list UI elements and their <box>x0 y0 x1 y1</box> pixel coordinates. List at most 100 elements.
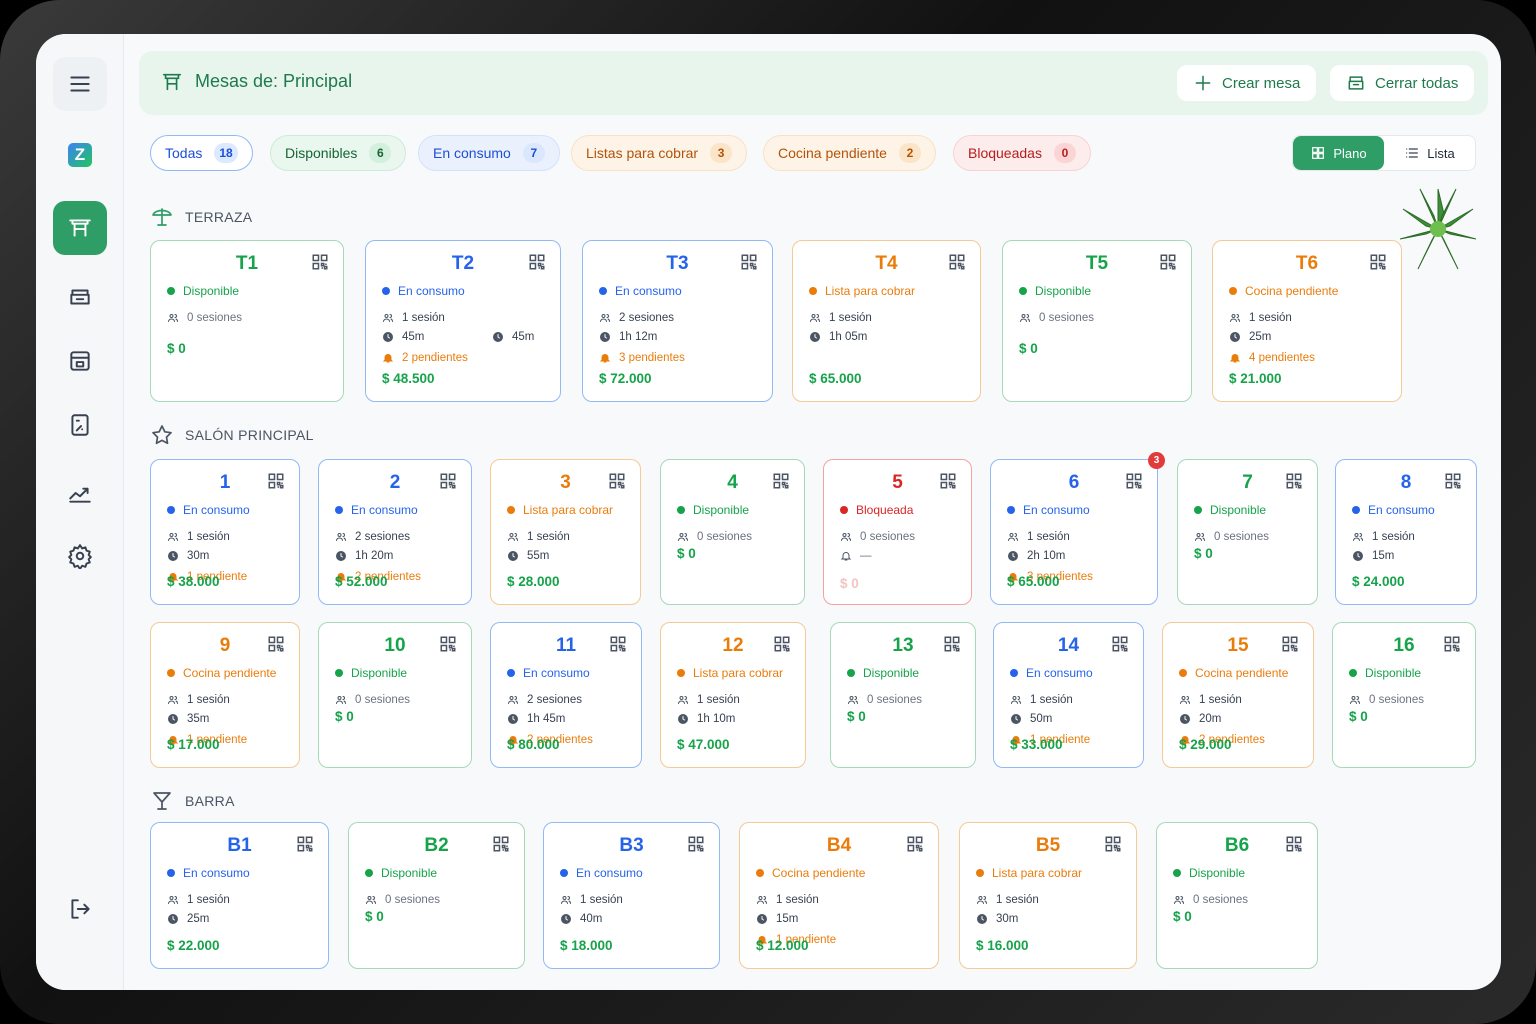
qr-icon[interactable] <box>906 835 924 853</box>
table-card[interactable]: 5 Bloqueada 0 sesiones — $ 0 <box>823 459 972 605</box>
filter-listas-para-cobrar[interactable]: Listas para cobrar 3 <box>571 135 748 171</box>
sidebar-item-reports[interactable] <box>53 398 107 452</box>
sidebar-item-settings[interactable] <box>53 529 107 583</box>
logout-button[interactable] <box>53 882 107 936</box>
qr-icon[interactable] <box>1104 835 1122 853</box>
sessions-row: 0 sesiones <box>847 694 922 706</box>
qr-icon[interactable] <box>609 635 627 653</box>
sessions-count: 1 sesión <box>187 531 230 543</box>
table-card[interactable]: B3 En consumo 1 sesión 40m $ 18.000 <box>543 822 720 969</box>
qr-icon[interactable] <box>267 472 285 490</box>
qr-icon[interactable] <box>1125 472 1143 490</box>
table-total: $ 12.000 <box>756 938 809 953</box>
time-row: 2h 10m <box>1007 550 1065 562</box>
qr-icon[interactable] <box>772 472 790 490</box>
table-icon <box>162 73 182 91</box>
filter-bloqueadas[interactable]: Bloqueadas 0 <box>953 135 1091 171</box>
qr-icon[interactable] <box>1285 835 1303 853</box>
qr-icon[interactable] <box>1444 472 1462 490</box>
menu-button[interactable] <box>53 57 107 111</box>
table-card[interactable]: 4 Disponible 0 sesiones $ 0 <box>660 459 805 605</box>
table-status: En consumo <box>167 866 250 880</box>
table-card[interactable]: B5 Lista para cobrar 1 sesión 30m $ 16.000 <box>959 822 1137 969</box>
users-icon <box>366 896 376 904</box>
table-card[interactable]: T3 En consumo 2 sesiones 1h 12m 3 pendientes… <box>582 240 773 402</box>
status-label: Disponible <box>1189 866 1246 880</box>
qr-icon[interactable] <box>528 253 546 271</box>
sessions-count: 0 sesiones <box>1369 694 1424 706</box>
table-card[interactable]: B1 En consumo 1 sesión 25m $ 22.000 <box>150 822 329 969</box>
view-lista-button[interactable]: Lista <box>1384 136 1475 170</box>
table-status: En consumo <box>167 503 250 517</box>
table-total: $ 38.000 <box>167 574 220 589</box>
view-plano-button[interactable]: Plano <box>1293 136 1384 170</box>
filter-disponibles[interactable]: Disponibles 6 <box>270 135 407 171</box>
page-title: Mesas de: Principal <box>195 71 353 91</box>
qr-icon[interactable] <box>439 635 457 653</box>
qr-icon[interactable] <box>439 472 457 490</box>
table-card[interactable]: 3 Lista para cobrar 1 sesión 55m $ 28.000 <box>490 459 641 605</box>
table-card[interactable]: 6 En consumo 1 sesión 2h 10m 3 pendientes $ 6… <box>990 452 1165 605</box>
close-all-button[interactable]: Cerrar todas <box>1330 65 1475 101</box>
status-dot <box>365 869 373 877</box>
qr-icon[interactable] <box>1281 635 1299 653</box>
table-card[interactable]: 16 Disponible 0 sesiones $ 0 <box>1332 622 1476 768</box>
table-card[interactable]: T4 Lista para cobrar 1 sesión 1h 05m $ 65.00… <box>792 240 981 402</box>
qr-icon[interactable] <box>311 253 329 271</box>
table-card[interactable]: 15 Cocina pendiente 1 sesión 20m 2 pendiente… <box>1162 622 1314 768</box>
table-card[interactable]: 13 Disponible 0 sesiones $ 0 <box>830 622 976 768</box>
table-card[interactable]: T5 Disponible 0 sesiones $ 0 <box>1002 240 1192 402</box>
table-card[interactable]: 10 Disponible 0 sesiones $ 0 <box>318 622 472 768</box>
table-card[interactable]: 8 En consumo 1 sesión 15m $ 24.000 <box>1335 459 1477 605</box>
qr-icon[interactable] <box>773 635 791 653</box>
elapsed-time: 40m <box>580 913 603 925</box>
bell-icon <box>1229 354 1241 363</box>
table-card[interactable]: 9 Cocina pendiente 1 sesión 35m 1 pendiente $… <box>150 622 300 768</box>
table-card[interactable]: B4 Cocina pendiente 1 sesión 15m 1 pendiente… <box>739 822 939 969</box>
qr-icon[interactable] <box>608 472 626 490</box>
qr-icon[interactable] <box>267 635 285 653</box>
qr-icon[interactable] <box>1159 253 1177 271</box>
table-card[interactable]: T1 Disponible 0 sesiones $ 0 <box>150 240 344 402</box>
table-card[interactable]: 14 En consumo 1 sesión 50m 1 pendiente $ 33.0… <box>993 622 1144 768</box>
qr-icon[interactable] <box>939 472 957 490</box>
table-card[interactable]: T6 Cocina pendiente 1 sesión 25m 4 pendiente… <box>1212 240 1402 402</box>
sidebar-item-analytics[interactable] <box>53 466 107 520</box>
table-card[interactable]: 1 En consumo 1 sesión 30m 1 pendiente $ 38.00… <box>150 459 300 605</box>
status-dot <box>1349 669 1357 677</box>
filter-todas[interactable]: Todas 18 <box>150 135 253 171</box>
table-card[interactable]: 11 En consumo 2 sesiones 1h 45m 2 pendientes… <box>490 622 642 768</box>
qr-icon[interactable] <box>687 835 705 853</box>
elapsed-time: 25m <box>187 913 210 925</box>
qr-icon[interactable] <box>943 635 961 653</box>
sidebar-item-tables[interactable] <box>53 201 107 255</box>
view-toggle: Plano Lista <box>1292 135 1476 171</box>
app-logo[interactable]: Z <box>53 128 107 182</box>
qr-icon[interactable] <box>1443 635 1461 653</box>
qr-icon[interactable] <box>1111 635 1129 653</box>
qr-icon[interactable] <box>740 253 758 271</box>
qr-icon[interactable] <box>1369 253 1387 271</box>
create-table-button[interactable]: Crear mesa <box>1177 65 1317 101</box>
table-card[interactable]: 12 Lista para cobrar 1 sesión 1h 10m $ 47.00… <box>660 622 806 768</box>
status-dot <box>1007 506 1015 514</box>
status-dot <box>1229 287 1237 295</box>
table-card[interactable]: B2 Disponible 0 sesiones $ 0 <box>348 822 525 969</box>
users-icon <box>1350 696 1360 704</box>
sessions-row: 1 sesión <box>677 694 740 706</box>
qr-icon[interactable] <box>1285 472 1303 490</box>
qr-icon[interactable] <box>948 253 966 271</box>
filter-en-consumo[interactable]: En consumo 7 <box>418 135 560 171</box>
qr-icon[interactable] <box>296 835 314 853</box>
sidebar-item-cashier[interactable] <box>53 334 107 388</box>
table-card[interactable]: T2 En consumo 1 sesión 45m 45m 2 pendientes $ … <box>365 240 561 402</box>
sidebar-item-orders[interactable] <box>53 270 107 324</box>
table-card[interactable]: B6 Disponible 0 sesiones $ 0 <box>1156 822 1318 969</box>
table-card[interactable]: 7 Disponible 0 sesiones $ 0 <box>1177 459 1318 605</box>
table-card[interactable]: 2 En consumo 2 sesiones 1h 20m 2 pendientes $… <box>318 459 472 605</box>
status-label: Cocina pendiente <box>1245 284 1339 298</box>
qr-icon[interactable] <box>492 835 510 853</box>
users-icon <box>383 314 393 322</box>
filter-label: En consumo <box>433 145 511 161</box>
filter-cocina-pendiente[interactable]: Cocina pendiente 2 <box>763 135 936 171</box>
